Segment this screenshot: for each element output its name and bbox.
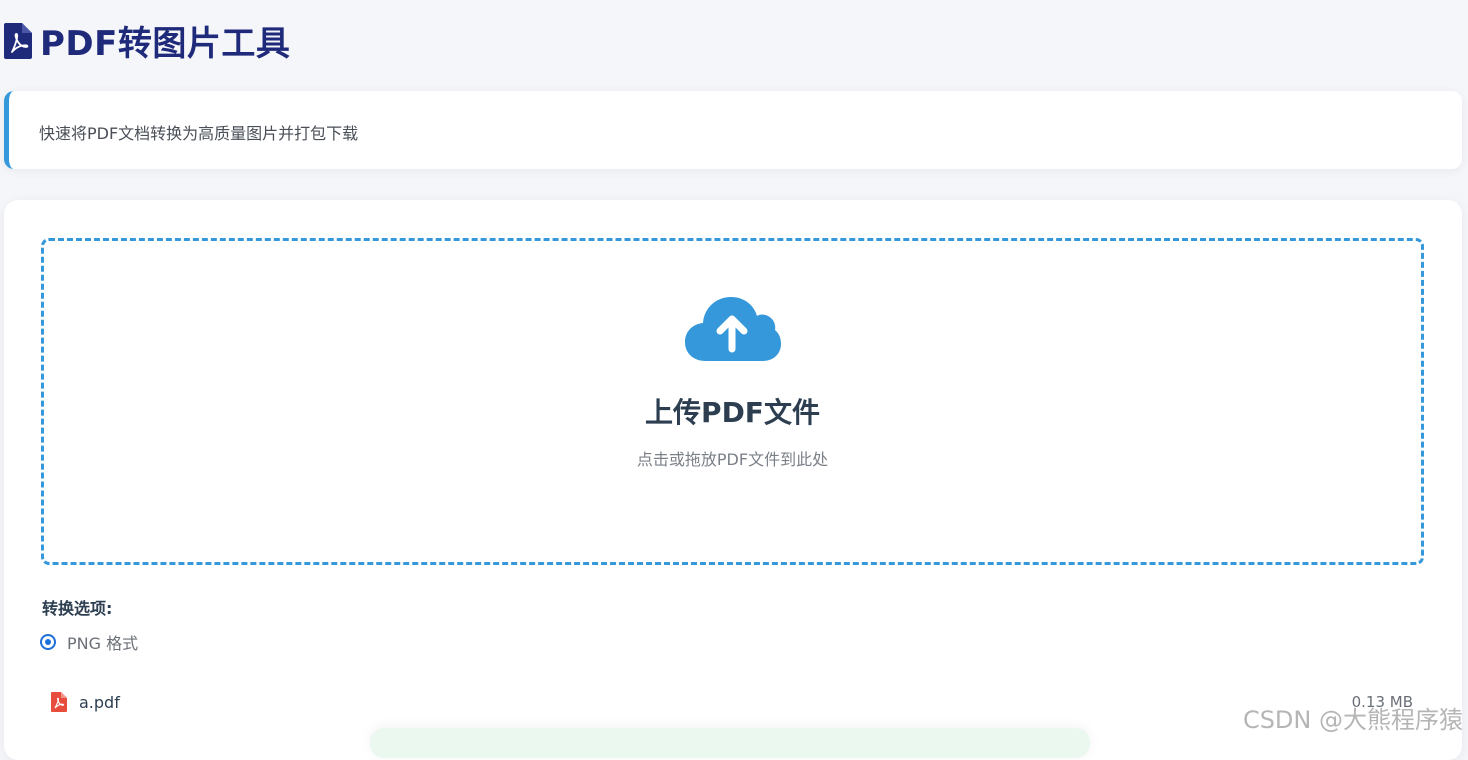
app-header: PDF转图片工具 bbox=[4, 16, 290, 65]
file-list-item: a.pdf 0.13 MB bbox=[51, 690, 1413, 716]
description-text: 快速将PDF文档转换为高质量图片并打包下载 bbox=[39, 124, 359, 143]
pdf-file-icon bbox=[51, 692, 67, 712]
upload-dropzone[interactable]: 上传PDF文件 点击或拖放PDF文件到此处 bbox=[41, 238, 1424, 565]
file-name: a.pdf bbox=[79, 693, 120, 712]
description-card: 快速将PDF文档转换为高质量图片并打包下载 bbox=[4, 91, 1462, 169]
upload-title: 上传PDF文件 bbox=[645, 396, 820, 429]
upload-hint: 点击或拖放PDF文件到此处 bbox=[636, 450, 829, 469]
status-panel bbox=[370, 728, 1090, 758]
options-title: 转换选项: bbox=[42, 599, 113, 618]
converter-card: 上传PDF文件 点击或拖放PDF文件到此处 转换选项: PNG 格式 a.pdf… bbox=[4, 200, 1462, 760]
pdf-file-icon bbox=[4, 22, 32, 59]
png-format-label: PNG 格式 bbox=[67, 634, 139, 653]
cloud-upload-icon bbox=[685, 297, 781, 361]
png-format-option[interactable]: PNG 格式 bbox=[40, 630, 138, 654]
page-title: PDF转图片工具 bbox=[40, 24, 291, 64]
watermark: CSDN @大熊程序猿 bbox=[1242, 706, 1463, 734]
png-format-radio[interactable] bbox=[40, 634, 56, 650]
